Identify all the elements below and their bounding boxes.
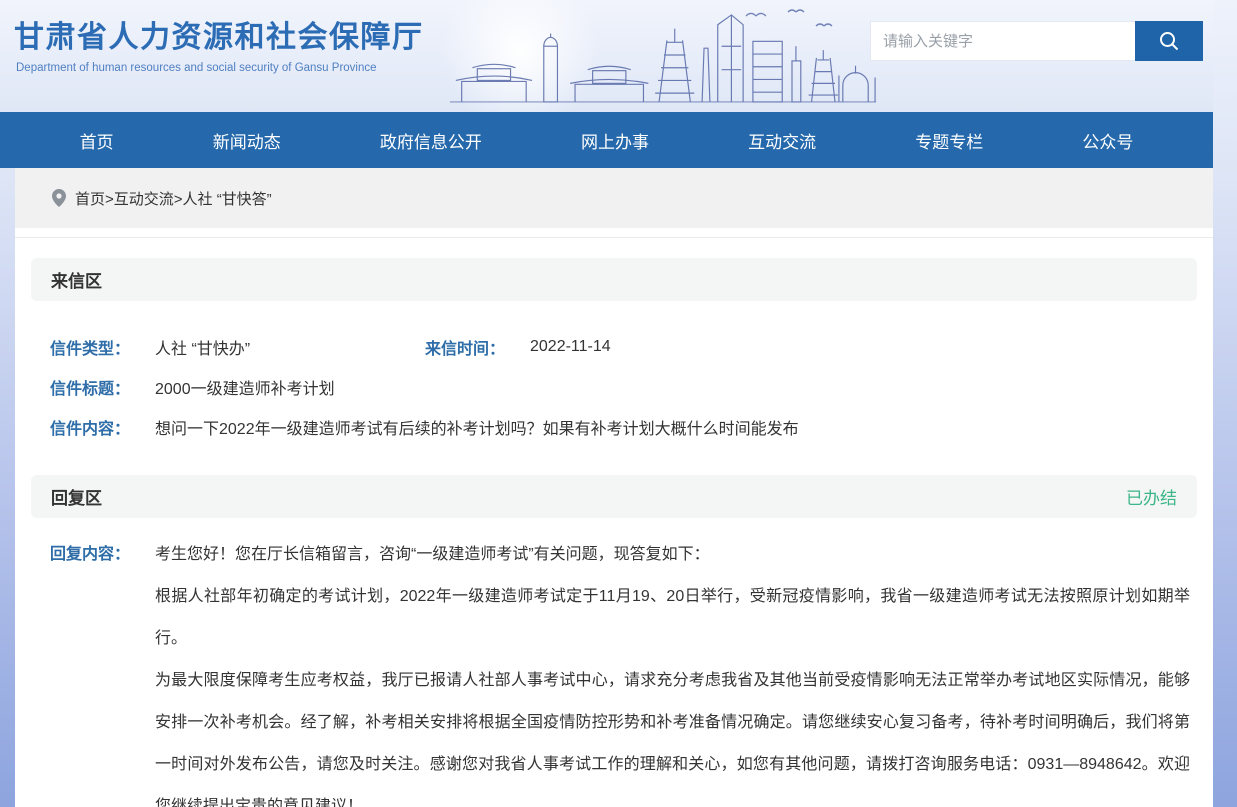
nav-item-online-services[interactable]: 网上办事: [573, 128, 657, 153]
letter-row-subject: 信件标题： 2000一级建造师补考计划: [50, 367, 1189, 407]
letter-section-header: 来信区: [31, 258, 1197, 301]
birds-icon: [742, 6, 842, 32]
reply-content: 考生您好！您在厅长信箱留言，咨询“一级建造师考试”有关问题，现答复如下： 根据人…: [155, 534, 1190, 807]
letter-subject-value: 2000一级建造师补考计划: [155, 375, 335, 399]
site-title: 甘肃省人力资源和社会保障厅: [14, 12, 424, 56]
letter-subject-label: 信件标题：: [50, 375, 155, 399]
search-button[interactable]: [1135, 21, 1203, 61]
breadcrumb-gap: [15, 228, 1213, 237]
reply-content-label: 回复内容：: [50, 534, 155, 807]
letter-type-label: 信件类型：: [50, 335, 155, 359]
nav-item-interaction[interactable]: 互动交流: [740, 128, 824, 153]
nav-item-gov-info[interactable]: 政府信息公开: [372, 128, 490, 153]
nav-item-official-account[interactable]: 公众号: [1074, 128, 1141, 153]
divider: [15, 237, 1213, 238]
reply-section: 回复区 已办结 回复内容： 考生您好！您在厅长信箱留言，咨询“一级建造师考试”有…: [15, 475, 1213, 807]
letter-section: 来信区 信件类型： 人社 “甘快办” 来信时间： 2022-11-14 信件标题…: [15, 258, 1213, 447]
content-sheet: 首页>互动交流>人社 “甘快答” 来信区 信件类型： 人社 “甘快办” 来信时间…: [15, 168, 1213, 807]
letter-date-value: 2022-11-14: [530, 338, 611, 356]
letter-type-value: 人社 “甘快办”: [155, 335, 425, 359]
search-icon: [1158, 30, 1180, 52]
site-brand: 甘肃省人力资源和社会保障厅 Department of human resour…: [14, 12, 424, 74]
letter-fields: 信件类型： 人社 “甘快办” 来信时间： 2022-11-14 信件标题： 20…: [15, 301, 1213, 447]
reply-paragraph: 考生您好！您在厅长信箱留言，咨询“一级建造师考试”有关问题，现答复如下：: [155, 534, 1190, 576]
site-subtitle: Department of human resources and social…: [16, 62, 424, 74]
nav-item-home[interactable]: 首页: [72, 128, 122, 153]
letter-content-label: 信件内容：: [50, 415, 155, 439]
letter-content-value: 想问一下2022年一级建造师考试有后续的补考计划吗？如果有补考计划大概什么时间能…: [155, 415, 799, 439]
reply-section-title: 回复区: [51, 484, 102, 509]
letter-row-content: 信件内容： 想问一下2022年一级建造师考试有后续的补考计划吗？如果有补考计划大…: [50, 407, 1189, 447]
letter-date-label: 来信时间：: [425, 335, 530, 359]
search-input[interactable]: [870, 21, 1135, 61]
reply-section-header: 回复区 已办结: [31, 475, 1197, 518]
reply-body: 回复内容： 考生您好！您在厅长信箱留言，咨询“一级建造师考试”有关问题，现答复如…: [15, 518, 1213, 807]
reply-paragraph: 根据人社部年初确定的考试计划，2022年一级建造师考试定于11月19、20日举行…: [155, 576, 1190, 660]
nav-item-special-columns[interactable]: 专题专栏: [907, 128, 991, 153]
status-badge: 已办结: [1126, 484, 1177, 509]
letter-row-type-date: 信件类型： 人社 “甘快办” 来信时间： 2022-11-14: [50, 327, 1189, 367]
breadcrumb[interactable]: 首页>互动交流>人社 “甘快答”: [75, 188, 272, 209]
nav-item-news[interactable]: 新闻动态: [205, 128, 289, 153]
search-box: [870, 21, 1203, 61]
main-nav: 首页 新闻动态 政府信息公开 网上办事 互动交流 专题专栏 公众号: [0, 112, 1213, 168]
letter-section-title: 来信区: [51, 267, 102, 292]
breadcrumb-bar: 首页>互动交流>人社 “甘快答”: [15, 168, 1213, 228]
site-wrapper: 甘肃省人力资源和社会保障厅 Department of human resour…: [0, 0, 1213, 807]
site-header: 甘肃省人力资源和社会保障厅 Department of human resour…: [0, 0, 1213, 112]
reply-paragraph: 为最大限度保障考生应考权益，我厅已报请人社部人事考试中心，请求充分考虑我省及其他…: [155, 660, 1190, 807]
location-pin-icon: [52, 189, 66, 207]
